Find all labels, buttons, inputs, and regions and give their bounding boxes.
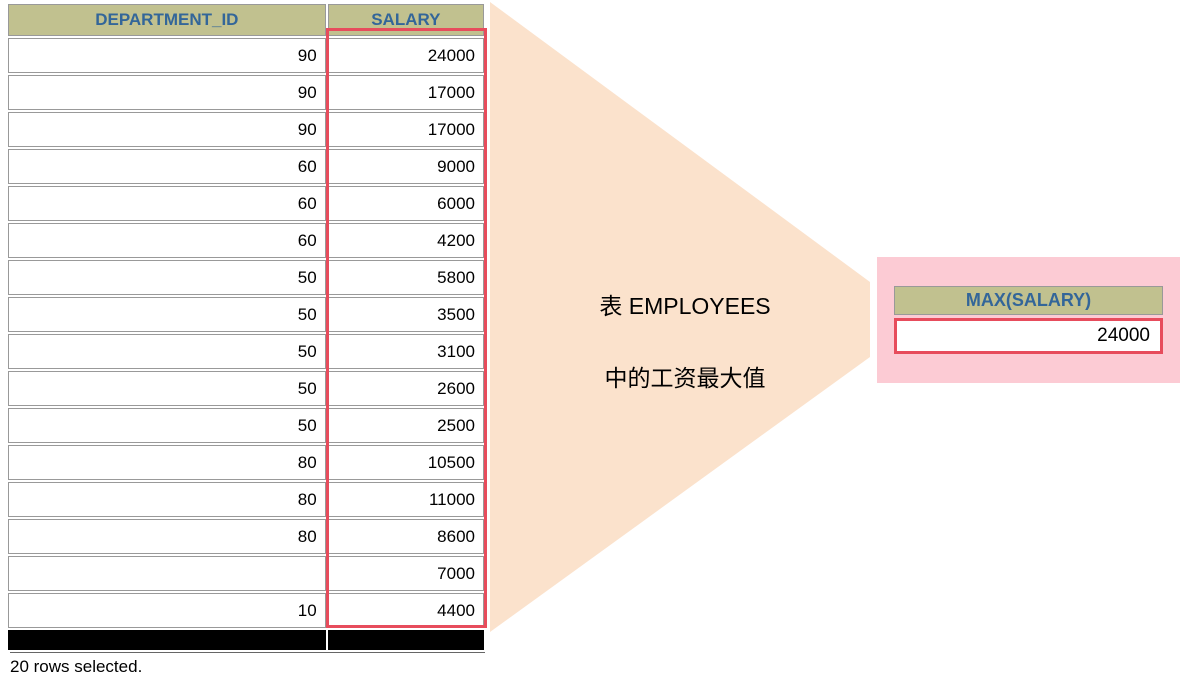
result-header: MAX(SALARY) bbox=[894, 286, 1163, 315]
table-row: 604200 bbox=[8, 223, 484, 258]
table-row: 502600 bbox=[8, 371, 484, 406]
cell-dept: 50 bbox=[8, 334, 326, 369]
cell-dept: 60 bbox=[8, 149, 326, 184]
result-value: 24000 bbox=[894, 318, 1163, 354]
cell-salary: 11000 bbox=[328, 482, 484, 517]
cell-salary: 8600 bbox=[328, 519, 484, 554]
cell-salary: 4200 bbox=[328, 223, 484, 258]
source-table: DEPARTMENT_ID SALARY 9024000901700090170… bbox=[6, 2, 486, 652]
cell-dept: 50 bbox=[8, 408, 326, 443]
cell-dept: 80 bbox=[8, 519, 326, 554]
table-row: 8010500 bbox=[8, 445, 484, 480]
cell-dept: 80 bbox=[8, 482, 326, 517]
table-row: 808600 bbox=[8, 519, 484, 554]
cell-salary: 3100 bbox=[328, 334, 484, 369]
table-row: 9017000 bbox=[8, 112, 484, 147]
col-salary-header: SALARY bbox=[328, 4, 484, 36]
cell-salary: 10500 bbox=[328, 445, 484, 480]
cell-dept bbox=[8, 556, 326, 591]
cell-salary: 17000 bbox=[328, 112, 484, 147]
cell-salary: 9000 bbox=[328, 149, 484, 184]
cell-salary: 2600 bbox=[328, 371, 484, 406]
table-row: 503500 bbox=[8, 297, 484, 332]
cell-dept: 50 bbox=[8, 260, 326, 295]
cell-salary: 7000 bbox=[328, 556, 484, 591]
cell-salary: 5800 bbox=[328, 260, 484, 295]
rows-selected-text: 20 rows selected. bbox=[10, 652, 485, 677]
cell-dept: 50 bbox=[8, 371, 326, 406]
cell-dept: 50 bbox=[8, 297, 326, 332]
table-row: 7000 bbox=[8, 556, 484, 591]
annotation-line1: 表 EMPLOYEES bbox=[500, 270, 870, 342]
cell-dept: 60 bbox=[8, 186, 326, 221]
col-dept-header: DEPARTMENT_ID bbox=[8, 4, 326, 36]
table-row: 9024000 bbox=[8, 38, 484, 73]
cell-salary: 2500 bbox=[328, 408, 484, 443]
cell-dept: 80 bbox=[8, 445, 326, 480]
table-truncation-row bbox=[8, 630, 484, 650]
cell-dept: 10 bbox=[8, 593, 326, 628]
table-row: 505800 bbox=[8, 260, 484, 295]
table-row: 9017000 bbox=[8, 75, 484, 110]
cell-salary: 3500 bbox=[328, 297, 484, 332]
cell-salary: 24000 bbox=[328, 38, 484, 73]
annotation-line2: 中的工资最大值 bbox=[500, 342, 870, 414]
result-table: MAX(SALARY) 24000 bbox=[891, 283, 1166, 357]
table-row: 606000 bbox=[8, 186, 484, 221]
table-row: 104400 bbox=[8, 593, 484, 628]
cell-salary: 6000 bbox=[328, 186, 484, 221]
table-row: 8011000 bbox=[8, 482, 484, 517]
table-row: 503100 bbox=[8, 334, 484, 369]
cell-dept: 60 bbox=[8, 223, 326, 258]
cell-salary: 17000 bbox=[328, 75, 484, 110]
cell-dept: 90 bbox=[8, 112, 326, 147]
annotation-text: 表 EMPLOYEES 中的工资最大值 bbox=[500, 270, 870, 414]
cell-dept: 90 bbox=[8, 75, 326, 110]
cell-dept: 90 bbox=[8, 38, 326, 73]
result-panel: MAX(SALARY) 24000 bbox=[877, 257, 1180, 383]
table-row: 502500 bbox=[8, 408, 484, 443]
cell-salary: 4400 bbox=[328, 593, 484, 628]
table-row: 609000 bbox=[8, 149, 484, 184]
